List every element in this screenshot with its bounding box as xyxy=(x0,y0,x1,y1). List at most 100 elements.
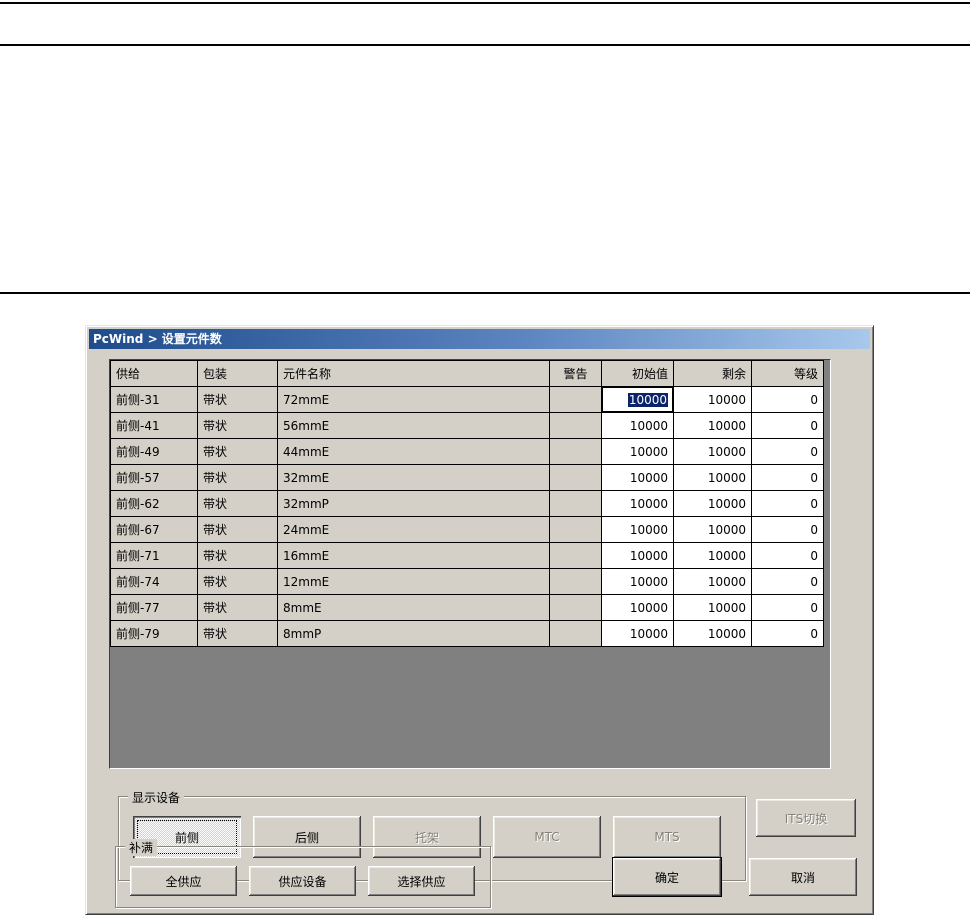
refill-group-label: 补满 xyxy=(125,839,158,856)
warning-cell xyxy=(549,386,602,413)
part-name-cell: 8mmE xyxy=(277,594,550,621)
cancel-button[interactable]: 取消 xyxy=(749,858,857,896)
part-name-cell: 16mmE xyxy=(277,542,550,569)
initial-value-cell[interactable]: 10000 xyxy=(601,620,674,647)
grade-cell[interactable]: 0 xyxy=(751,568,824,595)
table-row: 前侧-31 带状 72mmE 10000 10000 0 xyxy=(110,386,824,413)
warning-cell xyxy=(549,438,602,465)
remaining-cell[interactable]: 10000 xyxy=(673,386,752,413)
ok-button[interactable]: 确定 xyxy=(613,858,721,896)
horizontal-rule xyxy=(0,292,970,294)
table-row: 前侧-71 带状 16mmE 10000 10000 0 xyxy=(110,542,824,569)
column-header-3: 警告 xyxy=(549,360,602,387)
part-name-cell: 8mmP xyxy=(277,620,550,647)
column-header-6: 等级 xyxy=(751,360,824,387)
refill-supply-all-button[interactable]: 全供应 xyxy=(130,866,237,896)
component-grid: 供给 包装 元件名称 警告 初始值 剩余 等级 前侧-31 带状 72mmE 10000 10000… xyxy=(110,360,824,647)
refill-supply-device-button[interactable]: 供应设备 xyxy=(249,866,356,896)
component-table: 供给 包装 元件名称 警告 初始值 剩余 等级 前侧-31 带状 72mmE 10000 10000… xyxy=(109,359,831,769)
remaining-cell[interactable]: 10000 xyxy=(673,516,752,543)
warning-cell xyxy=(549,464,602,491)
dialog-titlebar[interactable]: PcWind > 设置元件数 xyxy=(89,329,870,349)
horizontal-rule xyxy=(0,2,970,4)
remaining-cell[interactable]: 10000 xyxy=(673,542,752,569)
display-mtc-button: MTC xyxy=(493,816,601,858)
remaining-cell[interactable]: 10000 xyxy=(673,490,752,517)
its-switch-button: ITS切换 xyxy=(756,799,856,837)
initial-value-cell[interactable]: 10000 xyxy=(601,412,674,439)
initial-value-cell[interactable]: 10000 xyxy=(601,490,674,517)
column-header-4: 初始值 xyxy=(601,360,674,387)
remaining-cell[interactable]: 10000 xyxy=(673,464,752,491)
column-header-5: 剩余 xyxy=(673,360,752,387)
grade-cell[interactable]: 0 xyxy=(751,464,824,491)
supply-cell: 前侧-41 xyxy=(110,412,198,439)
initial-value-cell[interactable]: 10000 xyxy=(601,516,674,543)
column-header-1: 包装 xyxy=(197,360,278,387)
remaining-cell[interactable]: 10000 xyxy=(673,568,752,595)
initial-value-cell[interactable]: 10000 xyxy=(601,568,674,595)
part-name-cell: 56mmE xyxy=(277,412,550,439)
warning-cell xyxy=(549,490,602,517)
refill-buttons: 全供应 供应设备 选择供应 xyxy=(130,866,475,896)
warning-cell xyxy=(549,594,602,621)
warning-cell xyxy=(549,516,602,543)
grade-cell[interactable]: 0 xyxy=(751,542,824,569)
grade-cell[interactable]: 0 xyxy=(751,490,824,517)
horizontal-rule xyxy=(0,44,970,46)
grade-cell[interactable]: 0 xyxy=(751,620,824,647)
grade-cell[interactable]: 0 xyxy=(751,438,824,465)
initial-value-cell[interactable]: 10000 xyxy=(601,594,674,621)
part-name-cell: 72mmE xyxy=(277,386,550,413)
table-row: 前侧-49 带状 44mmE 10000 10000 0 xyxy=(110,438,824,465)
initial-value-cell[interactable]: 10000 xyxy=(601,464,674,491)
refill-select-supply-button[interactable]: 选择供应 xyxy=(368,866,475,896)
initial-value-cell[interactable]: 10000 xyxy=(601,438,674,465)
remaining-cell[interactable]: 10000 xyxy=(673,438,752,465)
grade-cell[interactable]: 0 xyxy=(751,594,824,621)
table-row: 前侧-79 带状 8mmP 10000 10000 0 xyxy=(110,620,824,647)
remaining-cell[interactable]: 10000 xyxy=(673,412,752,439)
warning-cell xyxy=(549,620,602,647)
package-cell: 带状 xyxy=(197,542,278,569)
column-header-2: 元件名称 xyxy=(277,360,550,387)
remaining-cell[interactable]: 10000 xyxy=(673,594,752,621)
part-name-cell: 44mmE xyxy=(277,438,550,465)
package-cell: 带状 xyxy=(197,412,278,439)
table-row: 前侧-77 带状 8mmE 10000 10000 0 xyxy=(110,594,824,621)
dialog-set-component-count: PcWind > 设置元件数 供给 包装 元件名称 警告 初始值 剩余 等级 前侧-31 带状… xyxy=(85,325,874,915)
dialog-title: PcWind > 设置元件数 xyxy=(93,332,222,346)
package-cell: 带状 xyxy=(197,516,278,543)
part-name-cell: 12mmE xyxy=(277,568,550,595)
part-name-cell: 32mmE xyxy=(277,464,550,491)
supply-cell: 前侧-31 xyxy=(110,386,198,413)
package-cell: 带状 xyxy=(197,386,278,413)
supply-cell: 前侧-62 xyxy=(110,490,198,517)
initial-value-cell[interactable]: 10000 xyxy=(601,542,674,569)
document-page: PcWind > 设置元件数 供给 包装 元件名称 警告 初始值 剩余 等级 前侧-31 带状… xyxy=(0,0,970,917)
warning-cell xyxy=(549,412,602,439)
supply-cell: 前侧-49 xyxy=(110,438,198,465)
table-row: 前侧-67 带状 24mmE 10000 10000 0 xyxy=(110,516,824,543)
grade-cell[interactable]: 0 xyxy=(751,516,824,543)
part-name-cell: 24mmE xyxy=(277,516,550,543)
grade-cell[interactable]: 0 xyxy=(751,386,824,413)
table-row: 前侧-57 带状 32mmE 10000 10000 0 xyxy=(110,464,824,491)
column-header-0: 供给 xyxy=(110,360,198,387)
display-mts-button: MTS xyxy=(613,816,721,858)
warning-cell xyxy=(549,568,602,595)
supply-cell: 前侧-74 xyxy=(110,568,198,595)
supply-cell: 前侧-67 xyxy=(110,516,198,543)
table-row: 前侧-41 带状 56mmE 10000 10000 0 xyxy=(110,412,824,439)
package-cell: 带状 xyxy=(197,594,278,621)
table-row: 前侧-74 带状 12mmE 10000 10000 0 xyxy=(110,568,824,595)
table-header-row: 供给 包装 元件名称 警告 初始值 剩余 等级 xyxy=(110,360,824,387)
refill-group: 补满 全供应 供应设备 选择供应 xyxy=(115,839,491,908)
package-cell: 带状 xyxy=(197,438,278,465)
package-cell: 带状 xyxy=(197,620,278,647)
grade-cell[interactable]: 0 xyxy=(751,412,824,439)
initial-value-cell[interactable]: 10000 xyxy=(601,386,674,413)
supply-cell: 前侧-57 xyxy=(110,464,198,491)
remaining-cell[interactable]: 10000 xyxy=(673,620,752,647)
package-cell: 带状 xyxy=(197,490,278,517)
